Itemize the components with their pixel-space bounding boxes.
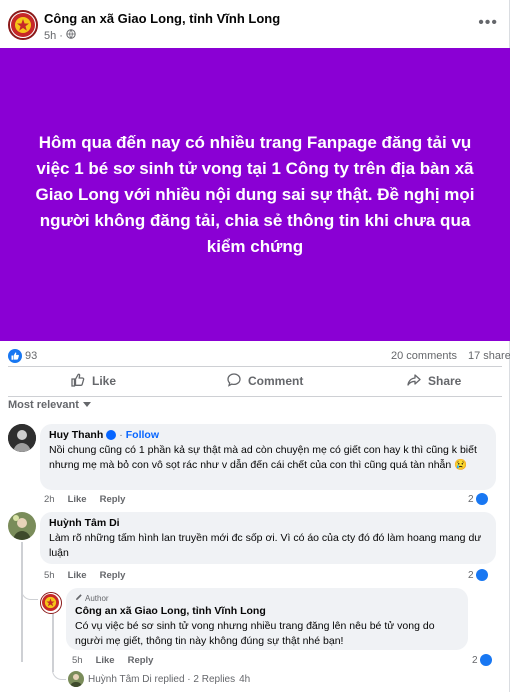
- verified-icon: [106, 430, 117, 440]
- commenter-avatar[interactable]: [8, 424, 36, 452]
- share-button[interactable]: Share: [406, 368, 461, 394]
- reply-like-button[interactable]: Like: [96, 655, 115, 666]
- pen-icon: [75, 593, 83, 603]
- comment-meta: 2h Like Reply: [44, 494, 125, 505]
- comment-text: Nồi chung cũng có 1 phần kả sự thật mà a…: [49, 444, 477, 471]
- globe-icon: [66, 29, 76, 42]
- like-button[interactable]: Like: [70, 368, 116, 394]
- banner-text: Hôm qua đến nay có nhiều trang Fanpage đ…: [35, 132, 475, 256]
- sort-label: Most relevant: [8, 399, 79, 411]
- comment-meta: 5h Like Reply: [44, 570, 125, 581]
- replier-avatar: [68, 671, 84, 687]
- action-bar: Like Comment Share: [8, 368, 502, 394]
- commenter-name[interactable]: Huy Thanh: [49, 429, 103, 441]
- page-name[interactable]: Công an xã Giao Long, tỉnh Vĩnh Long: [44, 11, 280, 26]
- reply-reply-button[interactable]: Reply: [128, 655, 154, 666]
- like-label: Like: [92, 374, 117, 388]
- like-reaction-icon[interactable]: [8, 349, 22, 363]
- post-meta: 5h ·: [44, 29, 76, 42]
- comment-icon: [226, 372, 242, 391]
- comment-label: Comment: [248, 374, 304, 388]
- share-icon: [406, 372, 422, 391]
- comment-reply-button[interactable]: Reply: [100, 570, 126, 581]
- view-replies-link[interactable]: Huỳnh Tâm Di replied · 2 Replies 4h: [68, 671, 250, 687]
- comment-bubble: Huy Thanh · Follow Nồi chung cũng có 1 p…: [40, 424, 496, 490]
- shares-count[interactable]: 17 share: [468, 350, 510, 362]
- post-header: Công an xã Giao Long, tỉnh Vĩnh Long 5h …: [8, 8, 502, 44]
- comment-time[interactable]: 2h: [44, 494, 55, 505]
- post-banner[interactable]: Hôm qua đến nay có nhiều trang Fanpage đ…: [0, 48, 510, 341]
- commenter-avatar[interactable]: [8, 512, 36, 540]
- thread-connector: [52, 670, 66, 680]
- reply-text: Có vụ việc bé sơ sinh tử vong nhưng nhiề…: [75, 620, 435, 647]
- thread-line: [21, 542, 23, 662]
- post-time[interactable]: 5h: [44, 30, 56, 42]
- share-label: Share: [428, 374, 462, 388]
- replied-time: 4h: [239, 673, 251, 685]
- post-stats: 93 20 comments 17 share: [8, 348, 510, 364]
- post-card: Công an xã Giao Long, tỉnh Vĩnh Long 5h …: [0, 0, 510, 692]
- comments-count[interactable]: 20 comments: [391, 350, 457, 362]
- thread-connector: [21, 586, 38, 600]
- reply-time[interactable]: 5h: [72, 655, 83, 666]
- reply-author-name[interactable]: Công an xã Giao Long, tỉnh Vĩnh Long: [75, 605, 266, 617]
- comment-reaction-count[interactable]: 2: [468, 569, 488, 581]
- comment-like-button[interactable]: Like: [68, 570, 87, 581]
- page-avatar[interactable]: [8, 10, 38, 40]
- divider: [8, 366, 502, 367]
- likes-count[interactable]: 93: [25, 350, 37, 362]
- replied-text: Huỳnh Tâm Di replied · 2 Replies: [88, 673, 236, 685]
- comment-sort-dropdown[interactable]: Most relevant: [8, 399, 91, 411]
- thumbs-up-icon: [70, 372, 86, 391]
- comment-button[interactable]: Comment: [226, 368, 303, 394]
- thread-line: [52, 612, 54, 672]
- like-reaction-icon: [475, 569, 488, 581]
- comment-like-button[interactable]: Like: [68, 494, 87, 505]
- reply-bubble: Author Công an xã Giao Long, tỉnh Vĩnh L…: [66, 588, 468, 650]
- comment-reply-button[interactable]: Reply: [100, 494, 126, 505]
- more-options-icon[interactable]: •••: [478, 14, 498, 32]
- commenter-name[interactable]: Huỳnh Tâm Di: [49, 517, 120, 529]
- divider: [8, 396, 502, 397]
- comment-reaction-count[interactable]: 2: [468, 493, 488, 505]
- comment-text: Làm rõ những tấm hình lan truyền mới đc …: [49, 532, 482, 559]
- reply-reaction-count[interactable]: 2: [472, 654, 492, 666]
- like-reaction-icon: [479, 654, 492, 666]
- comment-time[interactable]: 5h: [44, 570, 55, 581]
- caret-down-icon: [82, 399, 91, 411]
- page-avatar[interactable]: [40, 592, 62, 614]
- comment-bubble: Huỳnh Tâm Di Làm rõ những tấm hình lan t…: [40, 512, 496, 564]
- like-reaction-icon: [475, 493, 488, 505]
- author-badge: Author: [75, 593, 459, 603]
- follow-button[interactable]: Follow: [126, 429, 159, 441]
- reply-meta: 5h Like Reply: [72, 655, 153, 666]
